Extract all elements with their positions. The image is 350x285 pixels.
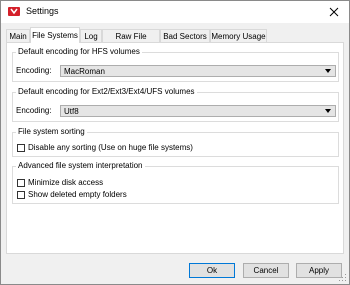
tab-bad-sectors[interactable]: Bad Sectors: [160, 29, 210, 42]
disable-sorting-checkbox[interactable]: [17, 144, 25, 152]
ext-group-title: Default encoding for Ext2/Ext3/Ext4/UFS …: [16, 87, 197, 97]
hfs-group-title: Default encoding for HFS volumes: [16, 47, 142, 57]
sorting-group-title: File system sorting: [16, 127, 87, 137]
resize-grip-icon[interactable]: [339, 274, 347, 282]
sorting-group: File system sorting Disable any sorting …: [12, 127, 339, 157]
title-bar[interactable]: Settings: [1, 1, 349, 23]
chevron-down-icon: [325, 109, 331, 113]
minimize-disk-access-label[interactable]: Minimize disk access: [28, 178, 103, 188]
minimize-disk-access-checkbox[interactable]: [17, 179, 25, 187]
tab-log[interactable]: Log: [80, 29, 102, 42]
tab-file-systems[interactable]: File Systems: [30, 27, 80, 43]
advanced-group: Advanced file system interpretation Mini…: [12, 161, 339, 204]
ok-button[interactable]: Ok: [189, 263, 235, 278]
hfs-encoding-group: Default encoding for HFS volumes Encodin…: [12, 47, 339, 82]
hfs-encoding-select[interactable]: MacRoman: [60, 65, 336, 77]
hfs-encoding-label: Encoding:: [16, 66, 52, 75]
chevron-down-icon: [325, 69, 331, 73]
tab-memory-usage[interactable]: Memory Usage: [210, 29, 267, 42]
ext-encoding-group: Default encoding for Ext2/Ext3/Ext4/UFS …: [12, 87, 339, 122]
window-title: Settings: [26, 6, 59, 16]
show-deleted-folders-checkbox[interactable]: [17, 191, 25, 199]
apply-button[interactable]: Apply: [296, 263, 342, 278]
close-icon: [329, 7, 339, 17]
advanced-group-title: Advanced file system interpretation: [16, 161, 145, 171]
app-icon: [8, 7, 20, 16]
cancel-button[interactable]: Cancel: [243, 263, 289, 278]
ext-encoding-select[interactable]: Utf8: [60, 105, 336, 117]
hfs-encoding-value: MacRoman: [64, 67, 105, 76]
ext-encoding-value: Utf8: [64, 107, 79, 116]
tab-raw-file-search[interactable]: Raw File Search: [102, 29, 160, 54]
close-button[interactable]: [319, 1, 349, 23]
settings-window: Settings Main File Systems Log Raw File …: [0, 0, 350, 285]
tab-main[interactable]: Main: [6, 29, 30, 42]
file-systems-panel: Default encoding for HFS volumes Encodin…: [6, 42, 344, 254]
ext-encoding-label: Encoding:: [16, 106, 52, 115]
show-deleted-folders-label[interactable]: Show deleted empty folders: [28, 190, 127, 200]
disable-sorting-label[interactable]: Disable any sorting (Use on huge file sy…: [28, 143, 193, 153]
